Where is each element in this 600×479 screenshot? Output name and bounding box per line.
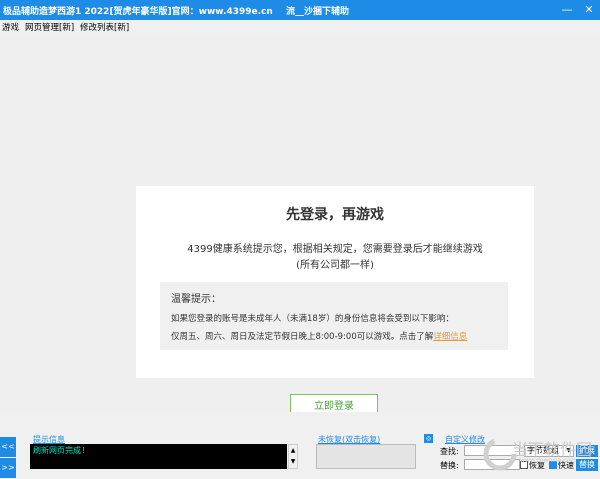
refresh-icon[interactable]: ◎ [424,434,433,443]
menu-bar: 游戏 网页管理[新] 修改列表[新] [0,20,600,34]
notice-subline: (所有公司都一样) [296,260,374,271]
health-system-notice: 4399健康系统提示您，根据相关规定，您需要登录后才能继续游戏 [187,244,483,255]
tip-box: 温馨提示： 如果您登录的账号是未成年人（未满18岁）的身份信息将会受到以下影响：… [160,282,508,350]
custom-modify-label[interactable]: 自定义修改 [445,434,485,445]
tip-heading: 温馨提示： [171,294,221,305]
menu-item-web-manage[interactable]: 网页管理[新] [25,21,74,33]
console-scrollbar[interactable]: ▲ ▼ [288,444,298,469]
replace-button[interactable]: 替换 [576,459,598,471]
replace-label: 替换: [440,461,459,470]
window-title: 极品辅助造梦西游1 2022[贺虎年豪华版]官网：www.4399e.cn [3,7,273,17]
tip-line-1: 如果您登录的账号是未成年人（未满18岁）的身份信息将会受到以下影响： [171,314,454,324]
close-button[interactable]: ✕ [578,0,600,20]
title-bar: 极品辅助造梦西游1 2022[贺虎年豪华版]官网：www.4399e.cn 流_… [0,0,600,20]
restore-list[interactable] [316,444,416,469]
next-button[interactable]: >> [0,458,16,478]
login-card: 先登录，再游戏 4399健康系统提示您，根据相关规定，您需要登录后才能继续游戏 … [136,186,534,378]
search-label: 查找: [440,447,459,456]
minimize-button[interactable]: — [556,0,578,20]
prev-button[interactable]: << [0,437,16,457]
login-title: 先登录，再游戏 [286,207,384,223]
tip-line-2-text: 仅周五、周六、周日及法定节假日晚上8:00-9:00可以游戏。点击了解 [171,332,434,342]
menu-item-game[interactable]: 游戏 [2,21,19,33]
watermark-subtext: www.downxia.com [520,457,576,464]
log-console[interactable]: 刷新网页完成! [30,444,287,469]
details-link[interactable]: 详细信息 [433,332,467,342]
window-subtitle: 流__沙捆下辅助 [286,7,350,17]
menu-item-modify-list[interactable]: 修改列表[新] [80,21,129,33]
tip-line-2: 仅周五、周六、周日及法定节假日晚上8:00-9:00可以游戏。点击了解详细信息 [171,330,467,342]
